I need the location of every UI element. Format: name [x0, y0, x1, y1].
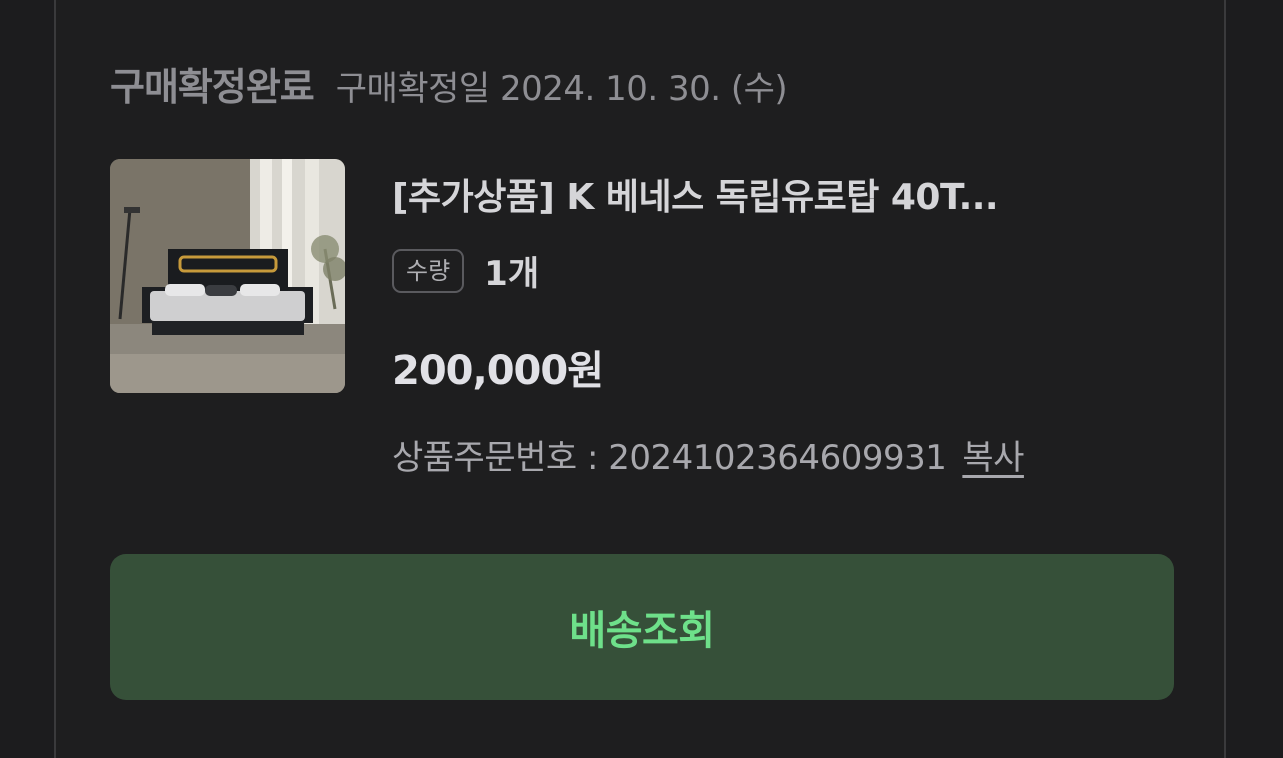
track-delivery-button[interactable]: 배송조회: [110, 554, 1174, 700]
quantity-row: 수량 1개: [392, 246, 539, 295]
quantity-badge: 수량: [392, 248, 465, 293]
bed-product-photo-icon: [110, 159, 345, 393]
quantity-value: 1개: [484, 254, 540, 294]
product-thumbnail[interactable]: [110, 159, 345, 393]
product-name[interactable]: [추가상품] K 베네스 독립유로탑 40T...: [392, 168, 999, 220]
order-number: 상품주문번호 : 2024102364609931: [392, 438, 947, 478]
copy-order-number-link[interactable]: 복사: [962, 430, 1024, 479]
order-status: 구매확정완료: [110, 65, 315, 109]
product-price: 200,000원: [392, 348, 604, 394]
order-number-row: 상품주문번호 : 2024102364609931 복사: [392, 430, 1024, 479]
confirm-date: 구매확정일 2024. 10. 30. (수): [335, 69, 788, 109]
order-card: 구매확정완료 구매확정일 2024. 10. 30. (수) [추가상품] K …: [54, 0, 1226, 758]
order-status-row: 구매확정완료 구매확정일 2024. 10. 30. (수): [110, 56, 788, 111]
